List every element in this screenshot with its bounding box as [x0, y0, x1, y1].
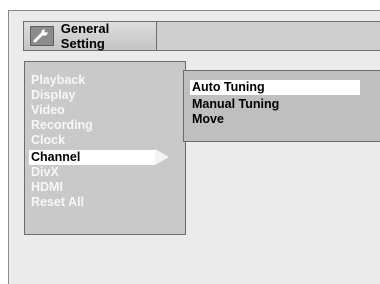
- menu-item-reset-all[interactable]: Reset All: [29, 195, 155, 210]
- menu-item-hdmi[interactable]: HDMI: [29, 180, 155, 195]
- channel-submenu: Auto Tuning Manual Tuning Move: [183, 70, 380, 142]
- page-title: General Setting: [60, 21, 110, 51]
- submenu-item-move[interactable]: Move: [192, 112, 224, 127]
- main-menu: Playback Display Video Recording Clock C…: [24, 61, 186, 235]
- menu-item-channel[interactable]: Channel: [29, 150, 155, 165]
- menu-item-recording[interactable]: Recording: [29, 118, 155, 133]
- wrench-icon: [30, 26, 54, 46]
- submenu-arrow-icon: [155, 149, 169, 165]
- menu-item-display[interactable]: Display: [29, 88, 155, 103]
- menu-item-playback[interactable]: Playback: [29, 73, 155, 88]
- menu-item-video[interactable]: Video: [29, 103, 155, 118]
- submenu-item-manual-tuning[interactable]: Manual Tuning: [192, 97, 279, 112]
- title-bar: [157, 21, 380, 51]
- title-tab: General Setting: [23, 21, 157, 51]
- submenu-item-auto-tuning[interactable]: Auto Tuning: [190, 80, 360, 95]
- menu-item-clock[interactable]: Clock: [29, 133, 155, 148]
- menu-item-divx[interactable]: DivX: [29, 165, 155, 180]
- osd-screen: General Setting Playback Display Video R…: [8, 10, 380, 284]
